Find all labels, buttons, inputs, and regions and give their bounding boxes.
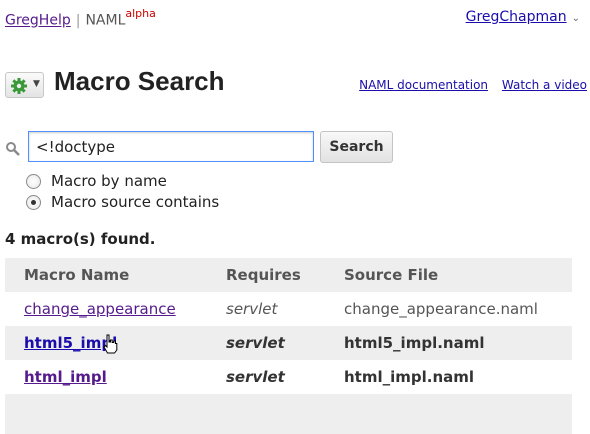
radio-macro-source-contains[interactable]: Macro source contains	[26, 193, 219, 211]
brand-separator: |	[75, 12, 81, 29]
macro-link[interactable]: html_impl	[24, 368, 107, 386]
gear-icon	[11, 78, 27, 94]
macro-link[interactable]: change_appearance	[24, 300, 176, 318]
page-title: Macro Search	[54, 66, 225, 96]
product-tag: alpha	[125, 7, 156, 20]
hand-cursor-icon	[103, 334, 118, 354]
table-row	[5, 394, 572, 434]
requires-cell: servlet	[226, 368, 285, 386]
column-header-source-file: Source File	[344, 266, 439, 284]
table-row: change_appearance servlet change_appeara…	[5, 292, 572, 326]
radio-label: Macro source contains	[51, 193, 220, 211]
help-links: NAML documentation Watch a video	[349, 78, 587, 92]
magnifier-icon	[6, 142, 20, 156]
radio-label: Macro by name	[51, 172, 167, 190]
search-input[interactable]	[28, 131, 314, 162]
column-header-macro-name: Macro Name	[24, 266, 130, 284]
top-bar: GregHelp | NAMLalpha GregChapman ⌄	[0, 0, 590, 32]
column-header-requires: Requires	[226, 266, 301, 284]
requires-cell: servlet	[226, 334, 285, 352]
settings-menu-button[interactable]: ▼	[5, 72, 44, 98]
radio-button[interactable]	[26, 173, 41, 189]
search-button[interactable]: Search	[320, 131, 393, 163]
results-summary: 4 macro(s) found.	[5, 230, 156, 248]
source-file-cell: html5_impl.naml	[344, 334, 485, 352]
requires-cell: servlet	[226, 300, 278, 318]
brand: GregHelp | NAMLalpha	[5, 7, 156, 29]
chevron-down-icon: ▼	[33, 79, 40, 89]
user-name-link[interactable]: GregChapman	[466, 9, 567, 25]
chevron-down-icon[interactable]: ⌄	[572, 13, 580, 24]
radio-button[interactable]	[26, 194, 41, 210]
source-file-cell: change_appearance.naml	[344, 300, 538, 318]
app-home-link[interactable]: GregHelp	[5, 13, 71, 29]
table-row: html_impl servlet html_impl.naml	[5, 360, 572, 394]
user-menu[interactable]: GregChapman ⌄	[466, 9, 580, 25]
source-file-cell: html_impl.naml	[344, 368, 475, 386]
radio-macro-by-name[interactable]: Macro by name	[26, 172, 167, 190]
table-header: Macro Name Requires Source File	[5, 258, 572, 292]
results-table: Macro Name Requires Source File change_a…	[5, 258, 572, 434]
watch-video-link[interactable]: Watch a video	[502, 78, 587, 92]
product-name: NAML	[85, 12, 126, 29]
naml-documentation-link[interactable]: NAML documentation	[359, 78, 488, 92]
table-row: html5_impl servlet html5_impl.naml	[5, 326, 572, 360]
